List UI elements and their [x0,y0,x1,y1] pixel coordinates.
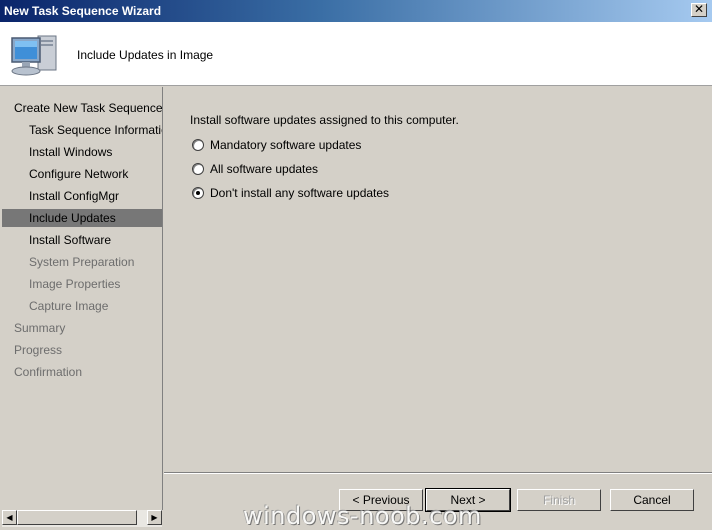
step-configure-network[interactable]: Configure Network [2,165,162,183]
cancel-button[interactable]: Cancel [610,489,694,511]
step-install-software[interactable]: Install Software [2,231,162,249]
radio-all-updates[interactable] [192,163,204,175]
next-button[interactable]: Next > [425,488,511,512]
step-install-windows[interactable]: Install Windows [2,143,162,161]
step-task-sequence-information[interactable]: Task Sequence Information [2,121,162,139]
previous-button[interactable]: < Previous [339,489,423,511]
step-system-preparation: System Preparation [29,255,135,269]
option-label[interactable]: All software updates [210,161,318,177]
window-title: New Task Sequence Wizard [4,4,162,18]
finish-button: Finish [517,489,601,511]
wizard-content: Install software updates assigned to thi… [164,87,712,473]
computer-monitor-icon [11,35,57,76]
step-image-properties: Image Properties [29,277,121,291]
title-bar: New Task Sequence Wizard ✕ [0,0,712,22]
wizard-steps-sidebar: Create New Task Sequence Task Sequence I… [0,87,163,510]
page-title: Include Updates in Image [77,48,214,62]
option-label[interactable]: Don't install any software updates [210,185,389,201]
step-create-new-task-sequence[interactable]: Create New Task Sequence [2,99,162,117]
scroll-right-icon[interactable]: ▶ [147,510,162,525]
step-summary: Summary [14,321,66,335]
radio-mandatory-updates[interactable] [192,139,204,151]
step-include-updates[interactable]: Include Updates [2,209,162,227]
scrollbar-thumb[interactable] [17,510,137,525]
scroll-left-icon[interactable]: ◀ [2,510,17,525]
close-icon: ✕ [693,2,705,16]
step-progress: Progress [14,343,63,357]
sidebar-horizontal-scrollbar[interactable]: ◀ ▶ [2,510,162,527]
footer-divider [164,472,712,474]
step-capture-image: Capture Image [29,299,109,313]
close-button[interactable]: ✕ [691,3,707,17]
wizard-header: Include Updates in Image [0,22,712,86]
updates-prompt: Install software updates assigned to thi… [190,113,459,127]
radio-no-updates[interactable] [192,187,204,199]
step-confirmation: Confirmation [14,365,83,379]
option-label[interactable]: Mandatory software updates [210,137,361,153]
step-install-configmgr[interactable]: Install ConfigMgr [2,187,162,205]
